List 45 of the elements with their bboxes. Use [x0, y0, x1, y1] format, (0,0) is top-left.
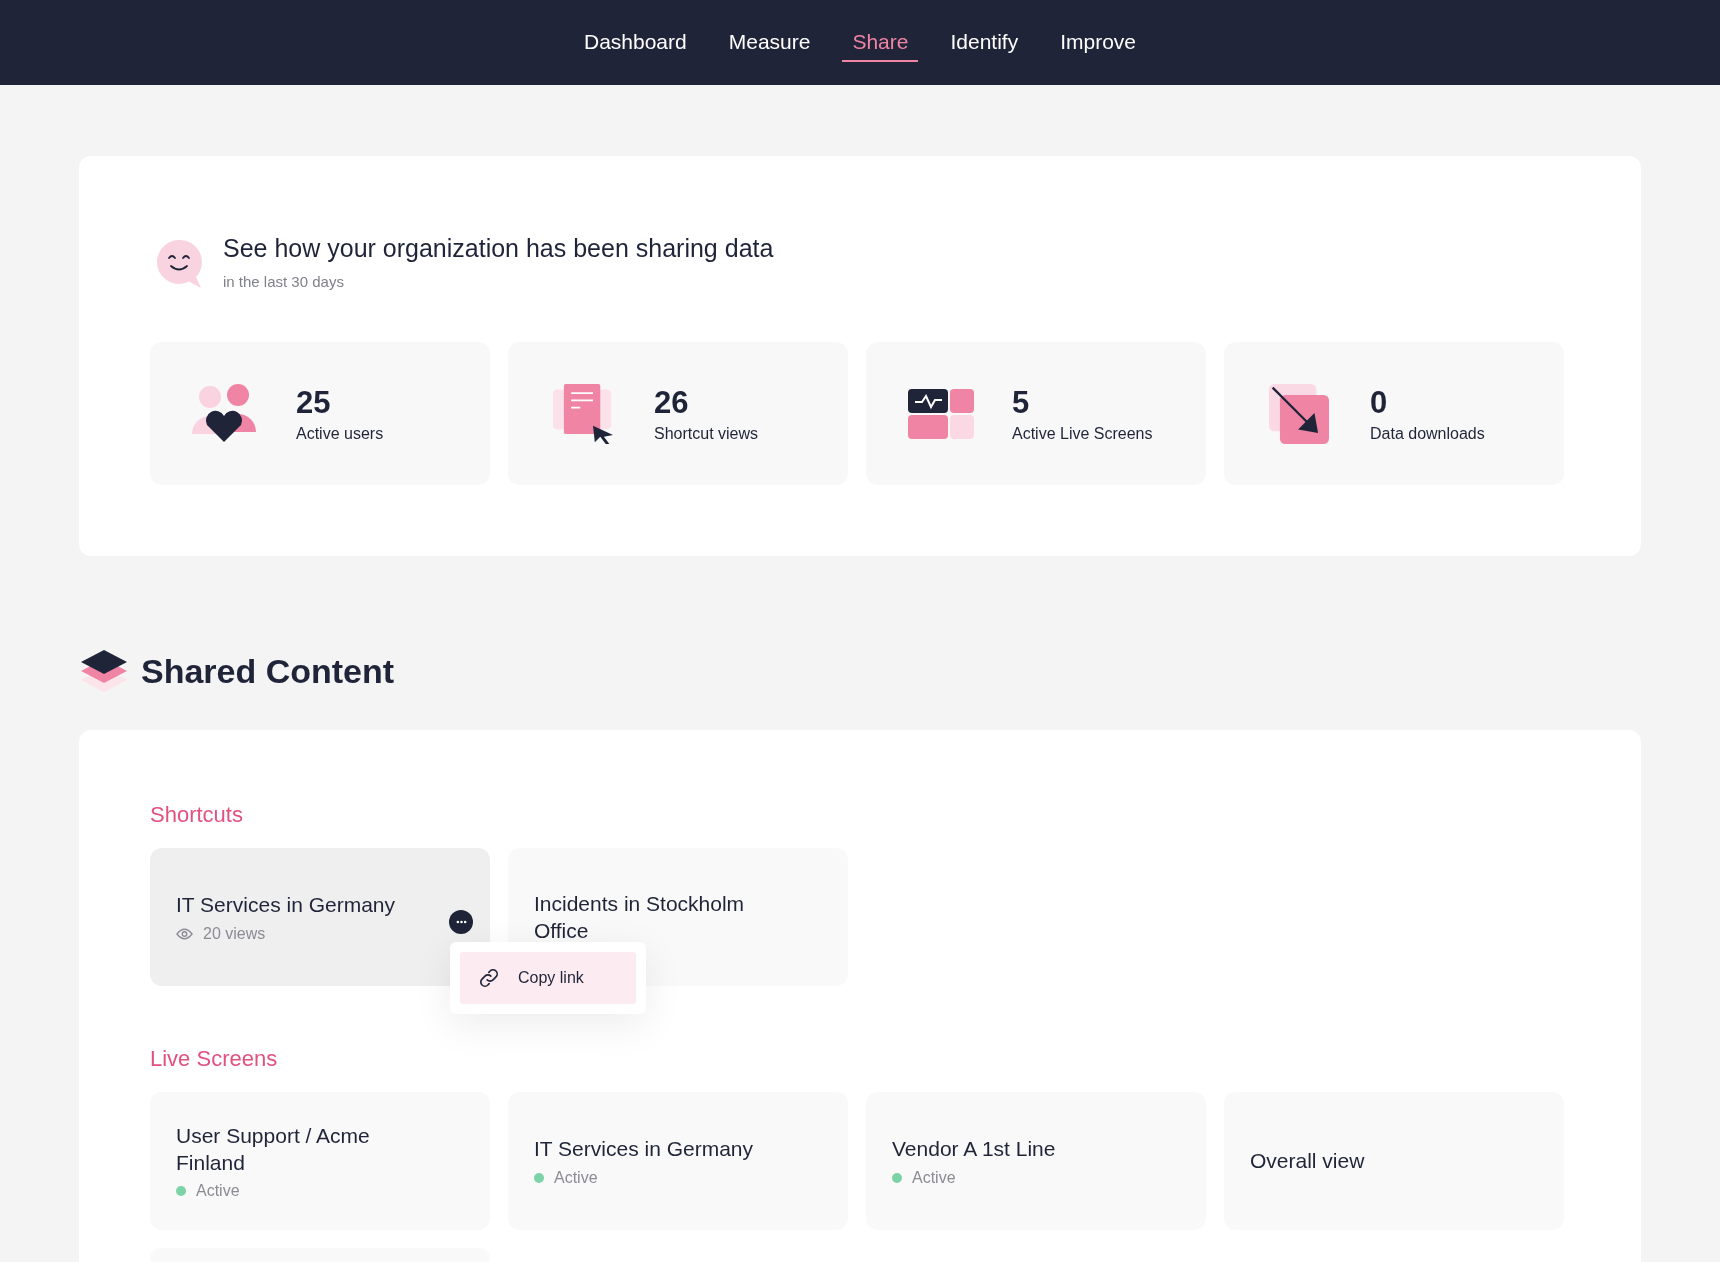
ellipsis-icon — [455, 920, 467, 924]
status-dot — [892, 1172, 902, 1183]
status-text: Active — [554, 1168, 598, 1187]
nav-tab[interactable]: Share — [842, 23, 919, 62]
copy-link-menu-item[interactable]: Copy link — [460, 952, 636, 1004]
shortcut-card[interactable]: IT Services in Germany 20 views — [150, 848, 490, 986]
stat-label: Active users — [296, 424, 384, 443]
shortcut-name: Incidents in Stockholm Office — [534, 890, 746, 944]
live-screen-card[interactable]: Vendor A 1st Line Active — [866, 1092, 1206, 1230]
group-title: Shortcuts — [150, 802, 244, 828]
stat-label: Shortcut views — [654, 424, 759, 443]
live-screen-card[interactable]: Overall view — [1224, 1092, 1564, 1230]
summary-title: See how your organization has been sharing data — [223, 234, 774, 263]
live-screen-card[interactable]: IT Services in Germany Active — [508, 1092, 848, 1230]
eye-icon — [176, 927, 193, 940]
shortcut-name: IT Services in Germany — [176, 892, 395, 919]
group-title: Live Screens — [150, 1046, 279, 1072]
status-dot — [534, 1172, 544, 1183]
summary-subtitle: in the last 30 days — [223, 273, 345, 290]
layers-icon — [79, 648, 129, 694]
status-text: Active — [196, 1182, 240, 1201]
stat-value: 5 — [1012, 384, 1031, 421]
live-screen-name: IT Services in Germany — [534, 1136, 753, 1163]
more-options-button[interactable] — [449, 910, 473, 934]
status-dot — [176, 1186, 186, 1197]
view-count: 20 views — [203, 924, 266, 943]
stat-label: Data downloads — [1370, 424, 1485, 443]
people-heart-icon — [192, 383, 258, 444]
stat-label: Active Live Screens — [1012, 424, 1153, 443]
live-screen-name: Vendor A 1st Line — [892, 1136, 1056, 1163]
nav-tab[interactable]: Measure — [718, 23, 821, 62]
download-arrow-icon — [1266, 383, 1332, 444]
stat-value: 25 — [296, 384, 332, 421]
smiley-speech-bubble-icon — [155, 238, 203, 290]
live-screen-card[interactable]: User Support / Acme Finland Active — [150, 1092, 490, 1230]
nav-tab[interactable]: Improve — [1050, 23, 1147, 62]
status-text: Active — [912, 1168, 956, 1187]
nav-tab[interactable]: Dashboard — [573, 23, 697, 62]
section-title: Shared Content — [141, 651, 395, 691]
live-screen-name: Overall view — [1250, 1148, 1365, 1175]
stat-value: 0 — [1370, 384, 1389, 421]
nav-tab[interactable]: Identify — [940, 23, 1029, 62]
link-icon — [478, 967, 500, 989]
live-screen-name: User Support / Acme Finland — [176, 1122, 371, 1176]
stat-value: 26 — [654, 384, 690, 421]
